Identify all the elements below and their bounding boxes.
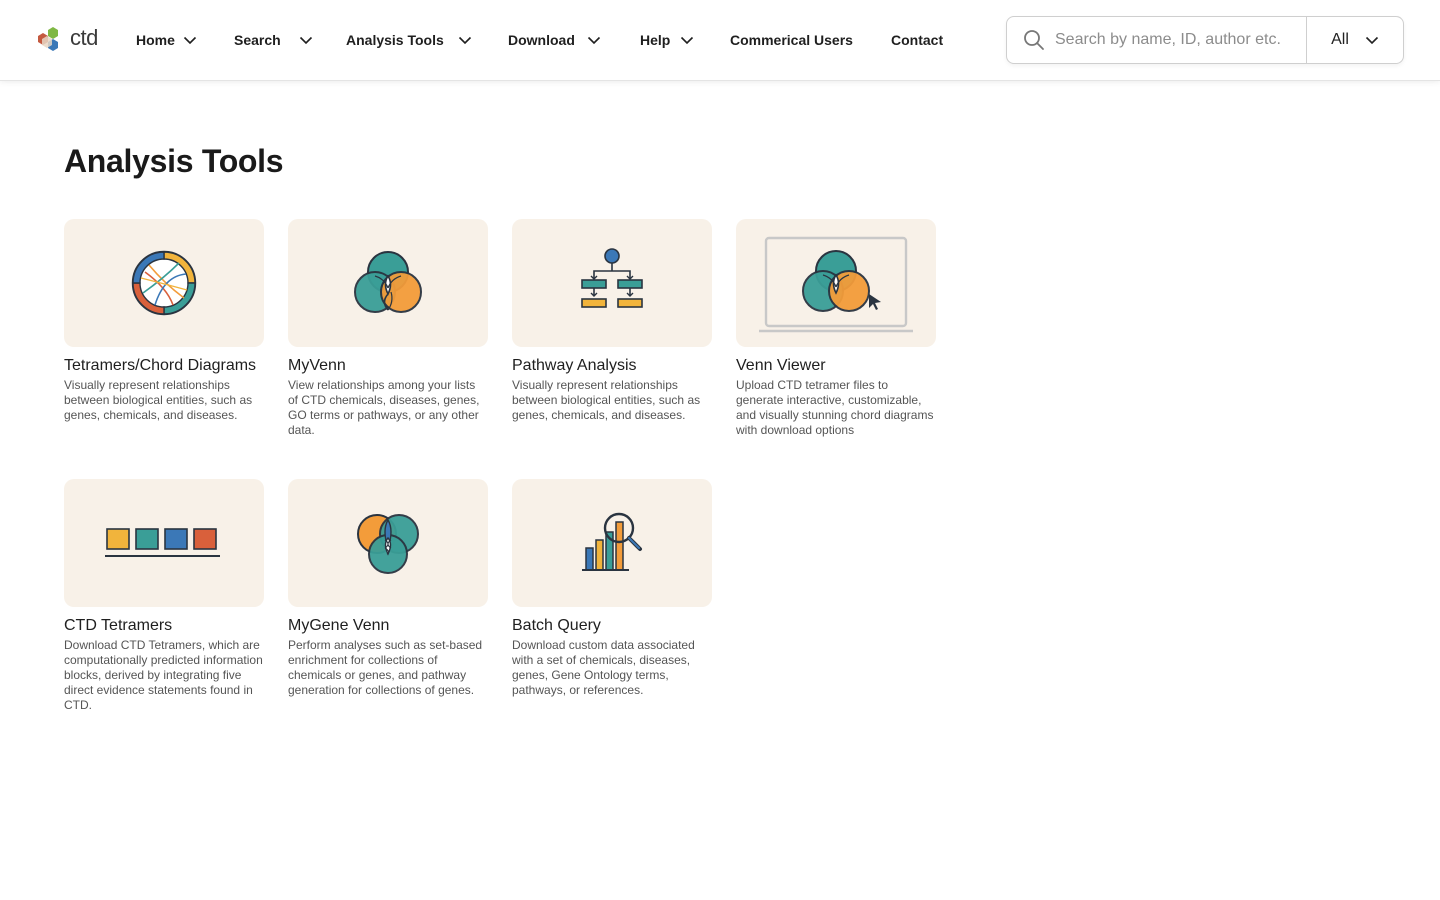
tool-card-image	[64, 219, 264, 347]
tool-card-myvenn[interactable]: MyVenn View relationships among your lis…	[288, 219, 488, 438]
chevron-down-icon	[183, 36, 196, 45]
main-nav: Home Search Analysis Tools Download Help…	[136, 0, 943, 80]
tool-card-title: Batch Query	[512, 617, 601, 634]
tool-card-batch-query[interactable]: Batch Query Download custom data associa…	[512, 479, 712, 698]
tool-card-image	[512, 479, 712, 607]
nav-download[interactable]: Download	[508, 32, 640, 48]
search-field-wrapper	[1007, 17, 1307, 63]
chevron-down-icon	[1365, 36, 1378, 45]
nav-search-label: Search	[234, 32, 281, 48]
tool-card-image	[288, 479, 488, 607]
tool-card-image	[64, 479, 264, 607]
tool-card-title: Pathway Analysis	[512, 357, 637, 374]
tool-card-title: CTD Tetramers	[64, 617, 173, 634]
tool-card-image	[288, 219, 488, 347]
venn-viewer-icon	[759, 236, 913, 333]
tool-card-title: Venn Viewer	[736, 357, 826, 374]
logo-text: ctd	[70, 25, 98, 50]
nav-help[interactable]: Help	[640, 32, 730, 48]
chevron-down-icon	[299, 36, 312, 45]
tetramer-blocks-icon	[105, 528, 220, 557]
nav-contact[interactable]: Contact	[891, 32, 943, 48]
tool-card-description: Visually represent relationships between…	[64, 378, 253, 422]
nav-home-label: Home	[136, 32, 175, 48]
chord-diagram-icon	[131, 250, 197, 316]
tool-card-venn-viewer[interactable]: Venn Viewer Upload CTD tetramer files to…	[736, 219, 936, 438]
search-scope-value: All	[1331, 31, 1349, 48]
batch-query-icon	[582, 512, 642, 571]
chevron-down-icon	[681, 36, 694, 45]
tool-card-pathway-analysis[interactable]: Pathway Analysis Visually represent rela…	[512, 219, 712, 423]
tool-card-tetramers-chord[interactable]: Tetramers/Chord Diagrams Visually repres…	[64, 219, 264, 423]
tool-card-mygene-venn[interactable]: MyGene Venn Perform analyses such as set…	[288, 479, 488, 698]
nav-home[interactable]: Home	[136, 32, 234, 48]
tool-card-description: Download custom data associated with a s…	[512, 638, 695, 697]
tool-card-title: MyGene Venn	[288, 617, 390, 634]
search-scope-select[interactable]: All	[1307, 17, 1403, 63]
search-bar: All	[1006, 16, 1404, 64]
nav-download-label: Download	[508, 32, 575, 48]
chevron-down-icon	[458, 36, 471, 45]
tool-card-description: Download CTD Tetramers, which are comput…	[64, 638, 263, 712]
nav-commercial-users-label: Commerical Users	[730, 32, 853, 48]
pathway-icon	[581, 248, 643, 308]
nav-analysis-tools-label: Analysis Tools	[346, 32, 444, 48]
tool-card-image	[512, 219, 712, 347]
hexagon-logo-icon	[38, 27, 58, 51]
tool-card-title: MyVenn	[288, 357, 346, 374]
tool-card-image	[736, 219, 936, 347]
tool-card-description: View relationships among your lists of C…	[288, 378, 480, 437]
tool-card-ctd-tetramers[interactable]: CTD Tetramers Download CTD Tetramers, wh…	[64, 479, 264, 713]
top-header: ctd Home Search Analysis Tools Download …	[0, 0, 1440, 80]
search-icon	[1024, 30, 1044, 50]
ctd-logo[interactable]: ctd	[34, 22, 104, 58]
tool-card-description: Upload CTD tetramer files to generate in…	[736, 378, 934, 437]
nav-contact-label: Contact	[891, 32, 944, 48]
nav-analysis-tools[interactable]: Analysis Tools	[346, 32, 508, 48]
nav-help-label: Help	[640, 32, 671, 48]
gene-venn-icon	[357, 514, 419, 574]
tool-card-description: Perform analyses such as set-based enric…	[288, 638, 483, 697]
nav-search[interactable]: Search	[234, 32, 346, 48]
venn-diagram-icon	[354, 251, 422, 313]
nav-commercial-users[interactable]: Commerical Users	[730, 32, 891, 48]
tool-card-title: Tetramers/Chord Diagrams	[64, 357, 257, 374]
page-title: Analysis Tools	[64, 143, 284, 179]
chevron-down-icon	[587, 36, 600, 45]
search-input[interactable]	[1055, 31, 1303, 49]
tool-card-description: Visually represent relationships between…	[512, 378, 701, 422]
